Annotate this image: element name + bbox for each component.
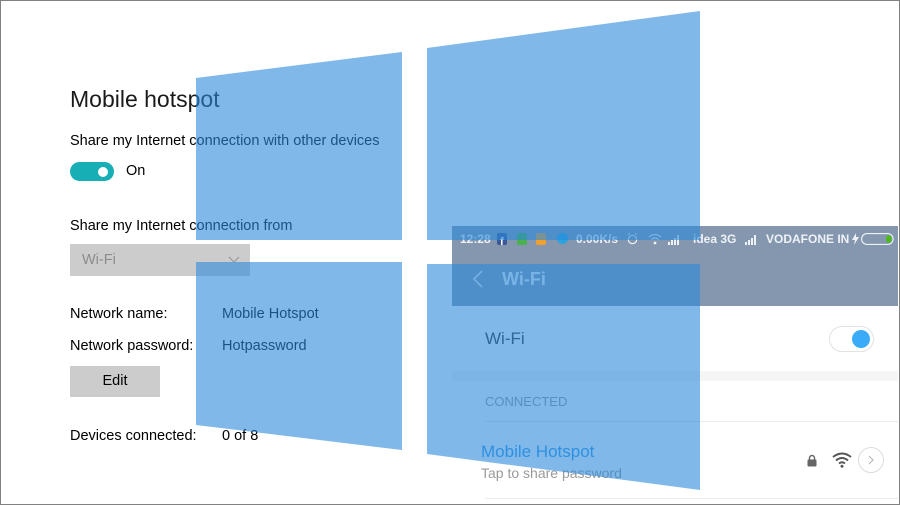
- carrier-2: VODAFONE IN: [766, 232, 850, 246]
- divider: [485, 421, 898, 422]
- app-icon: [536, 233, 546, 245]
- network-speed: 0.00K/s: [576, 232, 619, 246]
- chevron-down-icon: [228, 256, 240, 263]
- toggle-knob: [98, 166, 108, 177]
- divider: [485, 498, 898, 499]
- header-title: Wi-Fi: [502, 269, 546, 289]
- network-item-subtitle: Tap to share password: [481, 465, 622, 481]
- wifi-signal-icon: [832, 452, 852, 468]
- carrier-1: idea 3G: [693, 232, 737, 246]
- windows-logo-pane-top-right: [427, 11, 700, 240]
- wifi-toggle[interactable]: [829, 326, 874, 352]
- wifi-row-label: Wi-Fi: [485, 329, 525, 348]
- edit-button[interactable]: Edit: [70, 366, 160, 397]
- toggle-state-label: On: [126, 163, 146, 179]
- share-connection-label: Share my Internet connection with other …: [70, 133, 380, 149]
- signal-icon: [668, 235, 679, 245]
- charging-icon: [852, 233, 859, 245]
- page-title: Mobile hotspot: [70, 86, 220, 112]
- signal-icon: [745, 235, 756, 245]
- windows-logo-pane-bottom-left: [196, 262, 402, 450]
- wifi-icon: [648, 233, 662, 245]
- toggle-knob: [852, 330, 870, 348]
- devices-connected-label: Devices connected:: [70, 428, 197, 444]
- section-header-connected: CONNECTED: [485, 394, 568, 409]
- section-divider: [452, 371, 898, 381]
- share-connection-toggle[interactable]: [70, 162, 114, 181]
- status-time: 12:28: [460, 232, 491, 246]
- alarm-icon: [627, 233, 638, 245]
- phone-app-icon: [517, 233, 527, 245]
- app-header: Wi-Fi: [452, 253, 898, 306]
- network-details-button[interactable]: [858, 447, 884, 473]
- devices-connected-value: 0 of 8: [222, 428, 259, 444]
- share-from-label: Share my Internet connection from: [70, 218, 293, 234]
- share-from-value: Wi-Fi: [82, 252, 116, 268]
- chevron-right-icon: [868, 455, 874, 465]
- share-from-dropdown[interactable]: Wi-Fi: [70, 244, 250, 276]
- back-arrow-icon[interactable]: [472, 269, 484, 289]
- status-bar: 12:28 f 0.00K/s idea 3G VODAFONE IN: [452, 226, 898, 253]
- network-password-label: Network password:: [70, 338, 194, 354]
- facebook-icon: f: [497, 233, 507, 248]
- network-name-label: Network name:: [70, 306, 168, 322]
- network-name-value: Mobile Hotspot: [222, 306, 319, 322]
- svg-text:f: f: [500, 236, 504, 246]
- download-icon: [557, 233, 568, 244]
- network-item-name[interactable]: Mobile Hotspot: [481, 442, 594, 462]
- lock-icon: [807, 454, 817, 467]
- network-password-value: Hotpassword: [222, 338, 307, 354]
- battery-icon: [861, 233, 894, 245]
- phone-wifi-screen: 12:28 f 0.00K/s idea 3G VODAFONE IN Wi-F…: [452, 226, 898, 504]
